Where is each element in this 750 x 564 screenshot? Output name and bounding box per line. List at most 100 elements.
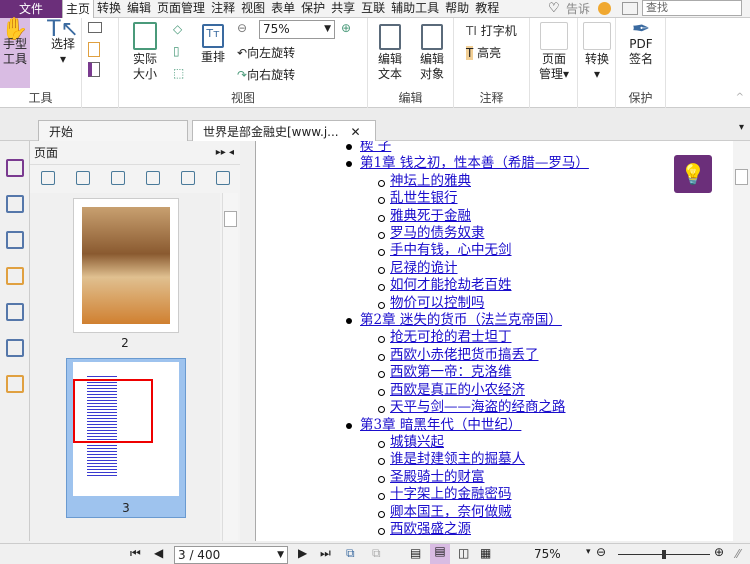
toc-link[interactable]: 雅典死于金融 bbox=[390, 208, 471, 224]
toc-link[interactable]: 第1章 钱之初，性本善（希腊—罗马） bbox=[360, 155, 589, 171]
menu-file[interactable]: 文件 bbox=[0, 0, 62, 18]
lightbulb-tip-button[interactable]: 💡 bbox=[674, 155, 712, 193]
toc-link[interactable]: 西欧第一帝：克洛维 bbox=[390, 364, 512, 380]
toc-link[interactable]: 手中有钱，心中无剑 bbox=[390, 242, 512, 258]
fit-width-icon[interactable]: ▯ bbox=[173, 44, 180, 58]
previous-view-icon[interactable]: ⧉ bbox=[346, 546, 355, 561]
thumbnail-page-2[interactable] bbox=[73, 198, 179, 333]
menu-item[interactable]: 教程 bbox=[472, 0, 502, 18]
snapshot-icon[interactable] bbox=[88, 22, 102, 33]
pages-icon[interactable] bbox=[5, 195, 24, 213]
single-page-icon[interactable]: ▤ bbox=[410, 546, 421, 560]
clipboard-icon[interactable] bbox=[88, 42, 100, 57]
page-number-input[interactable]: 3 / 400 ▼ bbox=[174, 546, 288, 564]
insert-page-icon[interactable] bbox=[110, 171, 125, 185]
toc-link[interactable]: 城镇兴起 bbox=[390, 434, 444, 450]
menu-item[interactable]: 主页 bbox=[62, 0, 95, 18]
comments-icon[interactable] bbox=[5, 267, 24, 285]
layers-icon[interactable] bbox=[5, 231, 24, 249]
tab-document[interactable]: 世界是部金融史[www.j... ✕ bbox=[192, 120, 376, 141]
menu-item[interactable]: 共享 bbox=[328, 0, 358, 18]
toc-link[interactable]: 谁是封建领主的掘墓人 bbox=[390, 451, 525, 467]
toc-link[interactable]: 尼禄的诡计 bbox=[390, 260, 458, 276]
rotate-left-button[interactable]: ↶向左旋转 bbox=[237, 44, 295, 61]
facing-page-icon[interactable]: ◫ bbox=[458, 546, 469, 560]
toc-link[interactable]: 抢无可抢的君士坦丁 bbox=[390, 329, 512, 345]
zoom-in-icon[interactable]: ⊕ bbox=[341, 21, 351, 35]
next-page-icon[interactable]: ▶ bbox=[298, 546, 307, 560]
toc-link[interactable]: 西欧小赤佬把货币搞丢了 bbox=[390, 347, 539, 363]
first-page-icon[interactable]: ⏮ bbox=[130, 546, 141, 561]
actual-size-button[interactable]: 实际 大小 bbox=[127, 22, 163, 82]
menu-item[interactable]: 编辑 bbox=[124, 0, 154, 18]
toc-link[interactable]: 楔 子 bbox=[360, 141, 391, 154]
prev-page-icon[interactable]: ◀ bbox=[154, 546, 163, 560]
last-page-icon[interactable]: ⏭ bbox=[320, 546, 331, 561]
menu-item[interactable]: 页面管理 bbox=[154, 0, 208, 18]
zoom-dropdown-icon[interactable]: ▾ bbox=[586, 547, 591, 557]
menu-item[interactable]: 视图 bbox=[238, 0, 268, 18]
replace-page-icon[interactable] bbox=[145, 171, 160, 185]
toc-link[interactable]: 西欧强盛之源 bbox=[390, 521, 471, 537]
zoom-out-icon[interactable]: ⊖ bbox=[596, 545, 606, 559]
toc-link[interactable]: 圣殿骑士的财富 bbox=[390, 469, 485, 485]
extract-page-icon[interactable] bbox=[180, 171, 195, 185]
hand-tool-button[interactable]: ✋ 手型 工具 bbox=[0, 18, 30, 88]
zoom-select[interactable]: 75% ▼ bbox=[259, 20, 335, 39]
fit-visible-icon[interactable]: ⬚ bbox=[173, 66, 184, 80]
reflow-button[interactable]: Tт 重排 bbox=[195, 24, 231, 65]
toc-link[interactable]: 罗马的债务奴隶 bbox=[390, 225, 485, 241]
document-scrollbar[interactable] bbox=[733, 141, 750, 541]
convert-button[interactable]: 转换 ▾ bbox=[580, 22, 614, 82]
toc-link[interactable]: 物价可以控制吗 bbox=[390, 295, 485, 311]
zoom-out-icon[interactable]: ⊖ bbox=[237, 21, 247, 35]
bookmarks-icon[interactable] bbox=[5, 159, 24, 177]
select-button[interactable]: T↖ 选择 ▾ bbox=[46, 19, 80, 67]
close-tab-icon[interactable]: ✕ bbox=[350, 125, 360, 139]
zoom-in-thumb-icon[interactable] bbox=[75, 171, 90, 185]
continuous-facing-icon[interactable]: ▦ bbox=[480, 546, 491, 560]
rotate-right-button[interactable]: ↷向右旋转 bbox=[237, 66, 295, 83]
next-view-icon[interactable]: ⧉ bbox=[372, 546, 381, 561]
panel-scrollbar[interactable] bbox=[222, 193, 238, 541]
menu-item[interactable]: 注释 bbox=[208, 0, 238, 18]
menu-item[interactable]: 辅助工具 bbox=[388, 0, 442, 18]
toc-link[interactable]: 西欧是真正的小农经济 bbox=[390, 382, 525, 398]
view-area-indicator[interactable] bbox=[73, 379, 153, 443]
menu-item[interactable]: 表单 bbox=[268, 0, 298, 18]
signatures-icon[interactable] bbox=[5, 339, 24, 357]
zoom-slider[interactable] bbox=[618, 550, 710, 559]
toc-link[interactable]: 第2章 迷失的货币（法兰克帝国） bbox=[360, 312, 562, 328]
search-input[interactable]: 查找 bbox=[642, 0, 742, 16]
fit-page-icon[interactable]: ◇ bbox=[173, 22, 182, 36]
zoom-level[interactable]: 75% bbox=[534, 547, 561, 561]
tab-start[interactable]: 开始 bbox=[38, 120, 188, 141]
menu-item[interactable]: 互联 bbox=[358, 0, 388, 18]
tab-list-icon[interactable]: ▾ bbox=[739, 122, 744, 133]
toc-link[interactable]: 卿本国王，奈何做贼 bbox=[390, 504, 512, 520]
highlight-button[interactable]: T 高亮 bbox=[466, 44, 501, 61]
bookmark-icon[interactable] bbox=[88, 62, 100, 77]
lightbulb-icon[interactable]: ♡ bbox=[548, 1, 560, 16]
toc-link[interactable]: 天平与剑——海盗的经商之路 bbox=[390, 399, 566, 415]
tell-me[interactable]: 告诉 bbox=[566, 0, 590, 18]
panel-collapse-icon[interactable]: ▸▸ ◂ bbox=[216, 141, 234, 165]
menu-item[interactable]: 转换 bbox=[94, 0, 124, 18]
page-manage-button[interactable]: 页面 管理▾ bbox=[534, 22, 574, 82]
edit-text-button[interactable]: 编辑 文本 bbox=[372, 24, 408, 82]
toc-link[interactable]: 乱世生银行 bbox=[390, 190, 458, 206]
collapse-ribbon-icon[interactable]: ^ bbox=[736, 92, 744, 103]
zoom-out-thumb-icon[interactable] bbox=[40, 171, 55, 185]
pdf-sign-button[interactable]: ✒ PDF 签名 bbox=[620, 19, 662, 67]
security-lock-icon[interactable] bbox=[5, 375, 24, 393]
menu-item[interactable]: 帮助 bbox=[442, 0, 472, 18]
feedback-icon[interactable] bbox=[598, 2, 611, 15]
toc-link[interactable]: 如何才能抢劫老百姓 bbox=[390, 277, 512, 293]
continuous-page-icon[interactable]: ▤ bbox=[430, 544, 450, 564]
thumbnail-page-3-selected[interactable]: 3 bbox=[66, 358, 186, 518]
toc-link[interactable]: 第3章 暗黑年代（中世纪） bbox=[360, 417, 521, 433]
resize-grip-icon[interactable]: ⁄⁄ bbox=[736, 547, 740, 561]
edit-object-button[interactable]: 编辑 对象 bbox=[412, 24, 452, 82]
search-options-icon[interactable] bbox=[622, 2, 638, 15]
typewriter-button[interactable]: TI 打字机 bbox=[466, 22, 517, 39]
